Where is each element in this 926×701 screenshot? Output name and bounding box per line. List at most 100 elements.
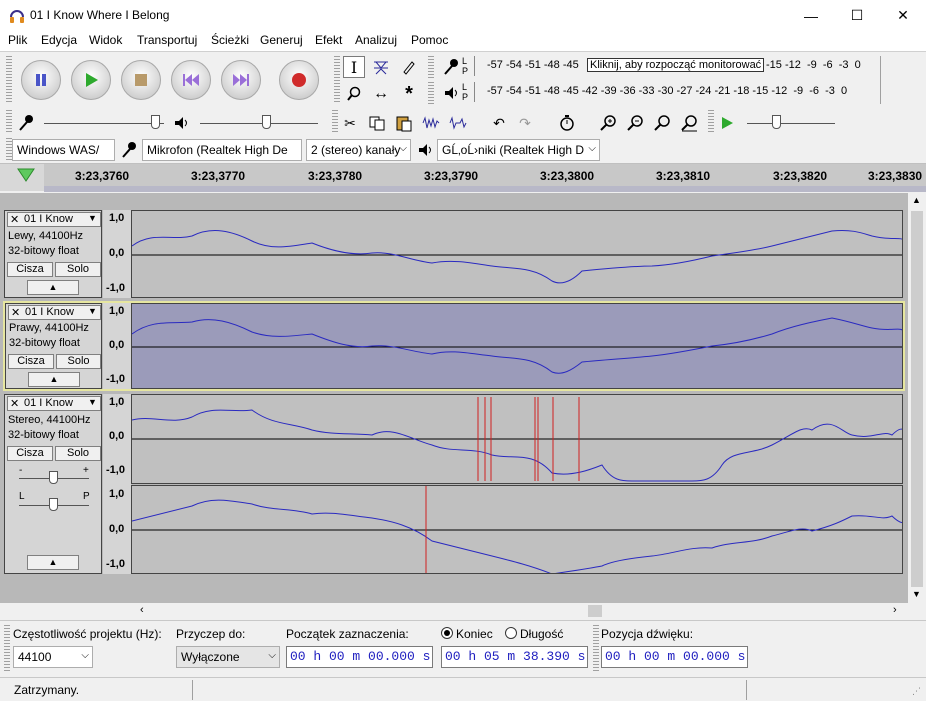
timeshift-tool[interactable]: ↔ — [370, 83, 392, 105]
toolbar-grip[interactable] — [593, 625, 599, 673]
play-button[interactable] — [71, 60, 111, 100]
silence-button[interactable] — [447, 112, 469, 134]
solo-button[interactable]: Solo — [55, 262, 101, 277]
resize-grip-icon[interactable]: ⋰ — [912, 686, 921, 697]
close-icon[interactable]: ✕ — [11, 306, 20, 319]
menu-widok[interactable]: Widok — [89, 33, 122, 47]
vertical-scrollbar[interactable]: ▲ ▼ — [908, 193, 926, 603]
pause-button[interactable] — [21, 60, 61, 100]
menu-analizuj[interactable]: Analizuj — [355, 33, 397, 47]
record-button[interactable] — [279, 60, 319, 100]
length-radio[interactable] — [505, 627, 517, 639]
toolbar-grip[interactable] — [6, 110, 12, 134]
menu-generuj[interactable]: Generuj — [260, 33, 303, 47]
zoom-tool[interactable] — [343, 83, 365, 105]
draw-tool[interactable] — [398, 56, 420, 78]
sync-lock-button[interactable] — [556, 112, 578, 134]
skip-end-button[interactable] — [221, 60, 261, 100]
record-volume-thumb[interactable] — [151, 115, 160, 129]
scroll-down-icon[interactable]: ▼ — [912, 589, 921, 599]
pan-slider-thumb[interactable] — [49, 498, 58, 511]
menu-transportuj[interactable]: Transportuj — [137, 33, 197, 47]
copy-button[interactable] — [366, 112, 388, 134]
collapse-track-button[interactable]: ▲ — [27, 555, 79, 570]
snap-to-dropdown[interactable]: Wyłączone ⌵ — [176, 646, 280, 668]
playback-meter[interactable]: -57 -54 -51 -48 -45 -42 -39 -36 -33 -30 … — [474, 82, 878, 102]
toolbar-grip[interactable] — [332, 110, 338, 134]
record-meter[interactable]: -57 -54 -51 -48 -45 Kliknij, aby rozpocz… — [474, 56, 878, 76]
solo-button[interactable]: Solo — [55, 446, 101, 461]
collapse-track-button[interactable]: ▲ — [27, 280, 79, 295]
trim-button[interactable] — [420, 112, 442, 134]
paste-button[interactable] — [393, 112, 415, 134]
ruler-scrub-bar[interactable] — [44, 186, 926, 192]
menu-sciezki[interactable]: Ścieżki — [211, 33, 249, 47]
track-menu-button[interactable]: ✕ 01 I Know ▼ — [7, 396, 101, 411]
record-monitor-prompt[interactable]: Kliknij, aby rozpocząć monitorować — [587, 58, 765, 72]
mute-button[interactable]: Cisza — [7, 446, 53, 461]
redo-button[interactable]: ↷ — [514, 112, 536, 134]
selection-tool[interactable]: I — [343, 56, 365, 78]
horizontal-scrollbar[interactable]: ‹ › — [0, 603, 926, 620]
menu-edycja[interactable]: Edycja — [41, 33, 77, 47]
horizontal-scroll-thumb[interactable] — [588, 605, 602, 617]
waveform-stereo-top[interactable] — [131, 394, 903, 484]
record-volume-slider[interactable] — [44, 123, 164, 124]
audio-position-time[interactable]: 00 h 00 m 00.000 s — [601, 646, 748, 668]
minimize-button[interactable]: — — [788, 0, 834, 31]
zoom-out-button[interactable] — [624, 112, 646, 134]
play-head-icon[interactable] — [16, 167, 36, 183]
project-rate-combobox[interactable]: 44100 ⌵ — [13, 646, 93, 668]
toolbar-grip[interactable] — [4, 625, 10, 673]
multi-tool[interactable]: * — [398, 83, 420, 105]
close-icon[interactable]: ✕ — [10, 213, 19, 226]
envelope-tool[interactable] — [370, 56, 392, 78]
host-dropdown[interactable]: Windows WAS/ — [12, 139, 115, 161]
waveform-stereo-bottom[interactable] — [131, 485, 903, 574]
zoom-in-button[interactable] — [597, 112, 619, 134]
vertical-scroll-thumb[interactable] — [911, 211, 923, 587]
gain-slider-thumb[interactable] — [49, 471, 58, 484]
toolbar-grip[interactable] — [334, 56, 340, 104]
track-menu-button[interactable]: ✕ 01 I Know ▼ — [7, 212, 101, 227]
recording-device-dropdown[interactable]: Mikrofon (Realtek High De — [142, 139, 302, 161]
timeline-ruler[interactable]: 3:23,3760 3:23,3770 3:23,3780 3:23,3790 … — [0, 163, 926, 192]
playback-volume-thumb[interactable] — [262, 115, 271, 129]
channels-dropdown[interactable]: 2 (stereo) kanały ⌵ — [306, 139, 411, 161]
playback-device-dropdown[interactable]: GĹ‚oĹ›niki (Realtek High D ⌵ — [437, 139, 600, 161]
collapse-track-button[interactable]: ▲ — [28, 372, 80, 387]
waveform-right[interactable] — [131, 303, 903, 389]
stop-button[interactable] — [121, 60, 161, 100]
close-button[interactable]: ✕ — [880, 0, 926, 31]
play-speed-slider[interactable] — [747, 123, 835, 124]
play-at-speed-button[interactable] — [716, 112, 738, 134]
fit-project-button[interactable] — [678, 112, 700, 134]
mute-button[interactable]: Cisza — [8, 354, 54, 369]
skip-start-button[interactable] — [171, 60, 211, 100]
menu-plik[interactable]: Plik — [8, 33, 27, 47]
fit-selection-button[interactable] — [651, 112, 673, 134]
selection-start-time[interactable]: 00 h 00 m 00.000 s — [286, 646, 433, 668]
solo-button[interactable]: Solo — [56, 354, 101, 369]
toolbar-grip[interactable] — [708, 110, 714, 134]
selection-end-time[interactable]: 00 h 05 m 38.390 s — [441, 646, 588, 668]
play-speed-thumb[interactable] — [772, 115, 781, 129]
scroll-right-icon[interactable]: › — [893, 604, 897, 616]
maximize-button[interactable]: ☐ — [834, 0, 880, 31]
menu-pomoc[interactable]: Pomoc — [411, 33, 448, 47]
undo-button[interactable]: ↶ — [488, 112, 510, 134]
waveform-left[interactable] — [131, 210, 903, 298]
track-menu-button[interactable]: ✕ 01 I Know ▼ — [8, 305, 101, 320]
end-radio[interactable] — [441, 627, 453, 639]
close-icon[interactable]: ✕ — [10, 397, 19, 410]
speaker-icon[interactable] — [443, 85, 459, 101]
menu-efekt[interactable]: Efekt — [315, 33, 342, 47]
scroll-up-icon[interactable]: ▲ — [912, 195, 921, 205]
scroll-left-icon[interactable]: ‹ — [140, 604, 144, 616]
toolbar-grip[interactable] — [6, 56, 12, 104]
toolbar-grip[interactable] — [428, 82, 434, 104]
mute-button[interactable]: Cisza — [7, 262, 53, 277]
playback-volume-slider[interactable] — [200, 123, 318, 124]
microphone-icon[interactable] — [442, 58, 460, 76]
toolbar-grip[interactable] — [428, 56, 434, 78]
